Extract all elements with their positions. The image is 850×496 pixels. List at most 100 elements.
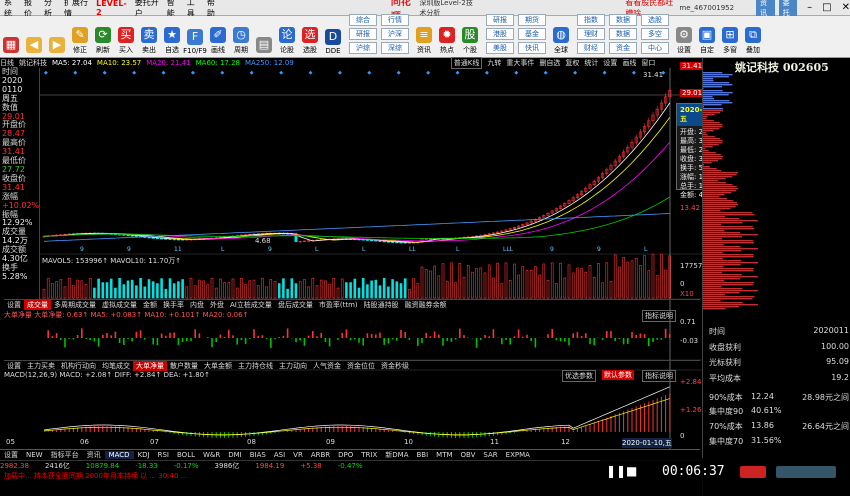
toolbar2-item[interactable]: 统计 [584, 58, 598, 68]
maximize-icon[interactable]: □ [822, 2, 831, 13]
small-button[interactable]: 财经 [577, 42, 605, 54]
small-button[interactable]: 指数 [577, 14, 605, 26]
indicator-tab[interactable]: 换手率 [160, 300, 187, 310]
indicator-tab[interactable]: VR [289, 451, 307, 459]
indicator-tab[interactable]: MTM [432, 451, 456, 459]
indicator-tab[interactable]: ARBR [307, 451, 334, 459]
macd-help-button[interactable]: 指标说明 [642, 370, 676, 382]
indicator-tab[interactable]: EXPMA [502, 451, 534, 459]
indicator-tab[interactable]: 资金秒级 [378, 361, 412, 371]
small-button[interactable]: 资金 [609, 42, 637, 54]
toolbar-back-button[interactable]: ◀ [23, 37, 45, 55]
toolbar-f10-button[interactable]: F F10/F9 [183, 29, 207, 55]
minimize-icon[interactable]: – [807, 2, 812, 13]
indicator-tab[interactable]: 设置 [4, 361, 24, 371]
toolbar2-item[interactable]: 删自选 [539, 58, 560, 68]
indicator-tab[interactable]: 多周期成交量 [51, 300, 99, 310]
small-button[interactable]: 深综 [381, 42, 409, 54]
pause-icon[interactable]: ❚❚ [606, 464, 626, 478]
close-icon[interactable]: ✕ [842, 2, 850, 13]
indicator-tab[interactable]: 设置 [0, 450, 22, 460]
indicator-tab[interactable]: BIAS [246, 451, 270, 459]
toolbar-fix-button[interactable]: ✎ 修正 [69, 27, 91, 55]
indicator-tab[interactable]: 陆股通持股 [361, 300, 402, 310]
indicator-tab[interactable]: SAR [479, 451, 501, 459]
small-button[interactable]: 数据 [609, 28, 637, 40]
toolbar-global-button[interactable]: ◍ 全球 [550, 27, 572, 55]
toolbar-buy-button[interactable]: 买买入 [115, 27, 137, 55]
indicator-tab[interactable]: OBV [457, 451, 480, 459]
indicator-tab[interactable]: ASI [270, 451, 289, 459]
toolbar2-item[interactable]: 复权 [565, 58, 579, 68]
optimal-params-button[interactable]: 优选参数 [562, 370, 596, 382]
indicator-tab[interactable]: 大单净量 [133, 360, 167, 371]
toolbar-news-button[interactable]: ≡ 资讯 [413, 27, 435, 55]
trade-button[interactable]: 委托 [778, 0, 798, 18]
small-button[interactable]: 数据 [609, 14, 637, 26]
indicator-tab[interactable]: W&R [199, 451, 224, 459]
bigorder-help-button[interactable]: 指标说明 [642, 310, 676, 322]
ad-banner[interactable] [776, 466, 836, 478]
small-button[interactable]: 选股 [641, 14, 669, 26]
small-button[interactable]: 期货 [518, 14, 546, 26]
toolbar-blank-button[interactable]: ▤ [253, 37, 275, 55]
small-button[interactable]: 理财 [577, 28, 605, 40]
toolbar-forward-button[interactable]: ▶ [46, 37, 68, 55]
small-button[interactable]: 美股 [486, 42, 514, 54]
indicator-tab[interactable]: 散户数量 [167, 361, 201, 371]
indicator-tab[interactable]: NEW [22, 451, 47, 459]
toolbar-hot-button[interactable]: ✹ 热点 [436, 27, 458, 55]
menu-level2[interactable]: LEVEL-2 [92, 0, 131, 17]
toolbar2-item[interactable]: 窗口 [641, 58, 655, 68]
toolbar2-item[interactable]: 九转 [487, 58, 501, 68]
record-icon[interactable] [740, 466, 766, 478]
toolbar-draw-button[interactable]: ✐ 画线 [207, 27, 229, 55]
toolbar-dde-button[interactable]: D DDE [322, 29, 344, 55]
toolbar-custom-button[interactable]: ▣ 自定 [696, 27, 718, 55]
indicator-tab[interactable]: 大单金额 [201, 361, 235, 371]
indicator-tab[interactable]: 外盘 [207, 300, 227, 310]
stop-icon[interactable]: ■ [626, 464, 637, 478]
indicator-tab[interactable]: 融资融券余额 [402, 300, 450, 310]
small-button[interactable]: 中心 [641, 42, 669, 54]
indicator-tab[interactable]: 虚拟成交量 [99, 300, 140, 310]
small-button[interactable]: 多空 [641, 28, 669, 40]
small-button[interactable]: 行情 [381, 14, 409, 26]
toolbar-settings-button[interactable]: ⚙ 设置 [673, 27, 695, 55]
toolbar-overlay-button[interactable]: ⧉ 叠加 [742, 27, 764, 55]
indicator-tab[interactable]: 金额 [140, 300, 160, 310]
small-button[interactable]: 研报 [349, 28, 377, 40]
toolbar-sell-button[interactable]: 卖卖出 [138, 27, 160, 55]
default-params-button[interactable]: 默认参数 [602, 370, 634, 380]
small-button[interactable]: 沪综 [349, 42, 377, 54]
toolbar2-item[interactable]: 设置 [603, 58, 617, 68]
small-button[interactable]: 沪深 [381, 28, 409, 40]
indicator-tab[interactable]: DPO [334, 451, 357, 459]
indicator-tab[interactable]: 主力持仓线 [235, 361, 276, 371]
indicator-tab[interactable]: BBI [412, 451, 432, 459]
indicator-tab[interactable]: 成交量 [24, 299, 51, 310]
indicator-tab[interactable]: 盘后成交量 [275, 300, 316, 310]
toolbar-refresh-button[interactable]: ⟳ 刷新 [92, 27, 114, 55]
toolbar-grid-button[interactable]: ▦ [0, 37, 22, 55]
toolbar-watchlist-button[interactable]: ★ 自选 [161, 27, 183, 55]
toolbar-forum-button[interactable]: 论论股 [276, 27, 298, 55]
toolbar-picker-button[interactable]: 选选股 [299, 27, 321, 55]
indicator-tab[interactable]: TRIX [357, 451, 381, 459]
indicator-tab[interactable]: AI立桩成交量 [227, 300, 275, 310]
indicator-tab[interactable]: 资讯 [83, 450, 105, 460]
indicator-tab[interactable]: RSI [154, 451, 173, 459]
indicator-tab[interactable]: 设置 [4, 300, 24, 310]
indicator-tab[interactable]: 机构行动向 [58, 361, 99, 371]
indicator-tab[interactable]: 新DMA [381, 450, 412, 460]
indicator-tab[interactable]: 人气资金 [310, 361, 344, 371]
small-button[interactable]: 基金 [518, 28, 546, 40]
indicator-tab[interactable]: 资金位位 [344, 361, 378, 371]
toolbar2-item[interactable]: 重大事件 [506, 58, 534, 68]
indicator-tab[interactable]: 内盘 [187, 300, 207, 310]
indicator-tab[interactable]: 均笔成交 [99, 361, 133, 371]
indicator-tab[interactable]: BOLL [173, 451, 199, 459]
indicator-tab[interactable]: 主力买卖 [24, 361, 58, 371]
indicator-tab[interactable]: MACD [104, 451, 134, 459]
indicator-tab[interactable]: 市盈率(ttm) [316, 300, 361, 310]
